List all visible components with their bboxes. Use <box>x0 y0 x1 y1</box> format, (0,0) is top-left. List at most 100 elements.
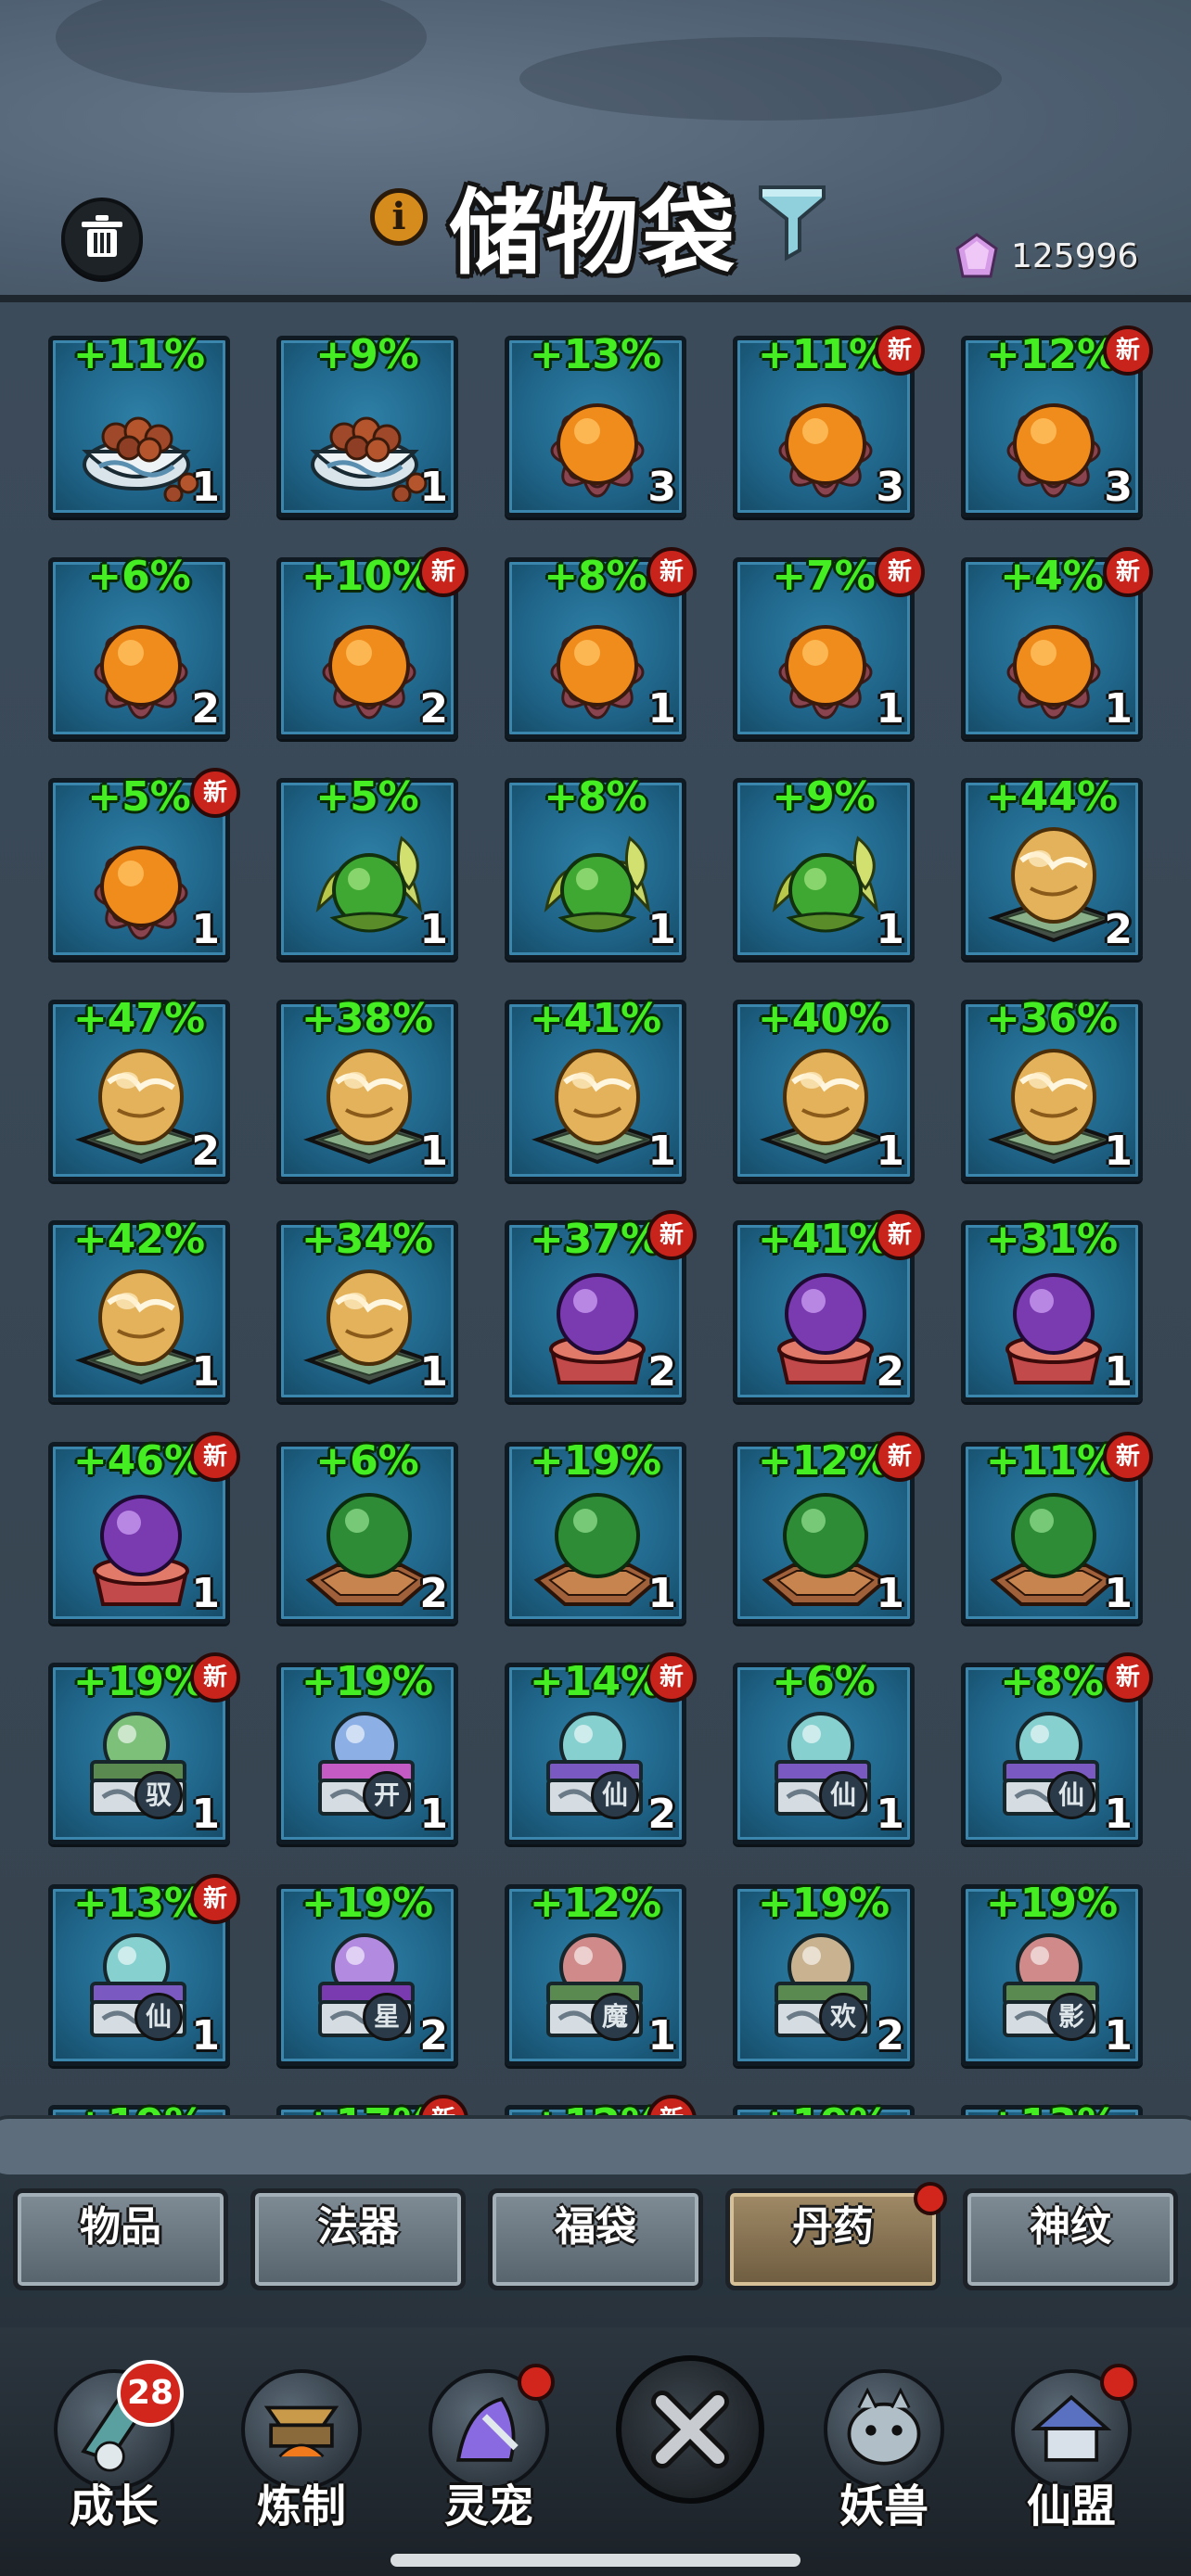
pill-bonus-percent: +9% <box>772 773 876 821</box>
pill-bonus-percent: +9% <box>315 331 419 378</box>
pill-item-slot[interactable]: +41% 2 新 <box>733 1210 925 1402</box>
pill-item-slot[interactable]: +12% 1 新 <box>733 1432 925 1624</box>
pill-item-slot[interactable]: +46% 1 新 <box>48 1432 240 1624</box>
category-tabs: 物品 法器 福袋 丹药 神纹 <box>0 2182 1191 2300</box>
pill-quantity: 1 <box>647 2012 676 2060</box>
pill-item-slot[interactable]: +13% 1 仙新 <box>48 1874 240 2066</box>
filter-funnel-icon[interactable] <box>755 178 829 261</box>
pill-item-slot[interactable]: +44% 2 <box>961 773 1143 960</box>
ink-cloud-decoration <box>56 0 427 93</box>
nav-button-3[interactable]: 灵宠 <box>419 2364 558 2555</box>
storage-bag-screen: i 储物袋 125996 +11% 1 +9% 1 +13% 3 +11% 3 … <box>0 0 1191 2576</box>
tab-1[interactable]: 物品 <box>13 2188 228 2290</box>
pill-item-slot[interactable]: +11% 1 <box>48 331 230 517</box>
nav-button-1[interactable]: 成长 28 <box>45 2360 184 2555</box>
pill-item-slot[interactable]: +36% 1 <box>961 995 1143 1181</box>
pill-item-slot[interactable]: +11% 1 新 <box>961 1432 1153 1624</box>
pill-rune-glyph: 魔 <box>591 1993 639 2041</box>
pill-quantity: 1 <box>647 1128 676 1175</box>
pill-item-slot[interactable]: +12% 1 魔 <box>505 1880 686 2066</box>
pill-item-slot[interactable]: +11% 3 新 <box>733 325 925 517</box>
pill-item-slot[interactable]: +9% 1 <box>276 331 458 517</box>
pill-quantity: 1 <box>1104 2012 1133 2060</box>
tab-2[interactable]: 法器 <box>250 2188 466 2290</box>
notification-dot <box>914 2182 947 2215</box>
pill-item-slot[interactable]: +6% 1 仙 <box>733 1658 915 1844</box>
pill-item-slot[interactable]: +6% 2 <box>48 553 230 739</box>
pill-rune-glyph: 星 <box>363 1993 411 2041</box>
pill-quantity: 1 <box>876 906 904 953</box>
pill-item-slot[interactable]: +8% 1 仙新 <box>961 1652 1153 1844</box>
pill-bonus-percent: +8% <box>544 773 647 821</box>
pill-item-slot[interactable]: +19% 1 影 <box>961 1880 1143 2066</box>
cloud-divider <box>0 2119 1191 2174</box>
new-item-badge: 新 <box>647 547 697 597</box>
pill-item-slot[interactable]: +8% 1 <box>505 773 686 960</box>
pill-rune-glyph: 仙 <box>134 1993 183 2041</box>
pill-item-slot[interactable]: +37% 2 新 <box>505 1210 697 1402</box>
pill-quantity: 2 <box>191 685 220 733</box>
nav-button-6[interactable]: 仙盟 <box>1002 2364 1141 2555</box>
pill-item-slot[interactable]: +5% 1 <box>276 773 458 960</box>
pill-bonus-percent: +40% <box>757 995 890 1042</box>
pill-golden-egg-icon <box>760 1049 891 1165</box>
pill-item-slot[interactable]: +14% 2 仙新 <box>505 1652 697 1844</box>
new-item-badge: 新 <box>875 1432 925 1482</box>
pill-golden-egg-icon <box>988 827 1120 943</box>
pill-green-orb-icon <box>762 1493 890 1606</box>
pill-item-slot[interactable]: +34% 1 <box>276 1216 458 1402</box>
pill-item-slot[interactable]: +19% 2 欢 <box>733 1880 915 2066</box>
pill-quantity: 3 <box>647 464 676 511</box>
nav-label: 妖兽 <box>839 2480 928 2532</box>
pill-item-slot[interactable]: +38% 1 <box>276 995 458 1181</box>
close-x-icon[interactable] <box>616 2355 764 2504</box>
pill-bonus-percent: +19% <box>301 1880 434 1927</box>
pill-item-slot[interactable]: +12% 3 新 <box>961 325 1153 517</box>
tab-label: 物品 <box>80 2203 161 2251</box>
pill-item-slot[interactable]: +19% 1 <box>505 1437 686 1624</box>
pill-quantity: 1 <box>191 464 220 511</box>
pill-item-slot[interactable]: +9% 1 <box>733 773 915 960</box>
pill-quantity: 1 <box>419 1791 448 1838</box>
tab-3[interactable]: 福袋 <box>488 2188 703 2290</box>
trash-can-icon[interactable] <box>61 198 143 279</box>
new-item-badge: 新 <box>1103 325 1153 376</box>
pill-quantity: 1 <box>1104 1128 1133 1175</box>
pill-item-slot[interactable]: +41% 1 <box>505 995 686 1181</box>
pill-item-slot[interactable]: +42% 1 <box>48 1216 230 1402</box>
pill-quantity: 1 <box>191 1348 220 1396</box>
tab-5[interactable]: 神纹 <box>963 2188 1178 2290</box>
notification-count-badge: 28 <box>117 2360 184 2427</box>
pill-item-slot[interactable]: +19% 1 驭新 <box>48 1652 240 1844</box>
tab-4[interactable]: 丹药 <box>725 2182 947 2290</box>
pill-quantity: 1 <box>191 2012 220 2060</box>
pill-grid[interactable]: +11% 1 +9% 1 +13% 3 +11% 3 新 +12% 3 新 +6% 2 +10%… <box>0 302 1191 2162</box>
page-title: 储物袋 <box>449 178 738 287</box>
tab-label: 福袋 <box>555 2203 636 2251</box>
pill-item-slot[interactable]: +19% 2 星 <box>276 1880 458 2066</box>
nav-label: 仙盟 <box>1026 2480 1116 2532</box>
new-item-badge: 新 <box>1103 1432 1153 1482</box>
nav-button-2[interactable]: 炼制 <box>232 2369 371 2555</box>
pill-item-slot[interactable]: +4% 1 新 <box>961 547 1153 739</box>
pill-quantity: 1 <box>647 906 676 953</box>
pill-item-slot[interactable]: +6% 2 <box>276 1437 458 1624</box>
pill-item-slot[interactable]: +13% 3 <box>505 331 686 517</box>
pill-item-slot[interactable]: +5% 1 新 <box>48 768 240 960</box>
pill-item-slot[interactable]: +19% 1 开 <box>276 1658 458 1844</box>
pill-bonus-percent: +12% <box>529 1880 662 1927</box>
header-divider <box>0 295 1191 302</box>
pill-green-orb-icon <box>990 1493 1118 1606</box>
info-icon[interactable]: i <box>370 188 428 246</box>
pill-orange-lotus-icon <box>94 625 188 720</box>
pill-item-slot[interactable]: +7% 1 新 <box>733 547 925 739</box>
pill-purple-orb-icon <box>1005 1273 1102 1384</box>
pill-purple-orb-icon <box>777 1273 874 1384</box>
new-item-badge: 新 <box>647 1652 697 1702</box>
pill-item-slot[interactable]: +40% 1 <box>733 995 915 1181</box>
pill-item-slot[interactable]: +31% 1 <box>961 1216 1143 1402</box>
pill-item-slot[interactable]: +10% 2 新 <box>276 547 468 739</box>
pill-item-slot[interactable]: +8% 1 新 <box>505 547 697 739</box>
pill-item-slot[interactable]: +47% 2 <box>48 995 230 1181</box>
nav-button-5[interactable]: 妖兽 <box>814 2369 954 2555</box>
